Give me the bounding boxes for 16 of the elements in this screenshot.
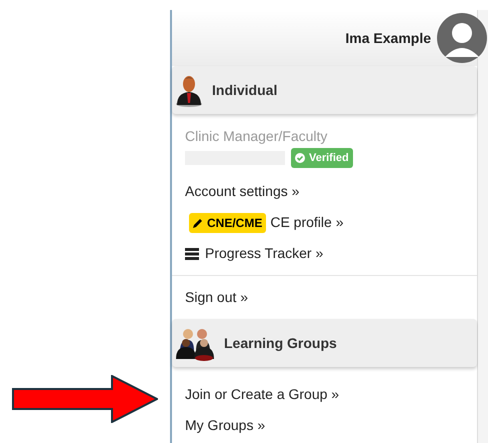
menu-link[interactable]: Progress Tracker »	[205, 243, 324, 264]
menu-link[interactable]: CE profile »	[270, 212, 344, 233]
menu-link[interactable]: Account settings »	[185, 176, 464, 207]
check-circle-icon	[295, 153, 305, 163]
section-title: Learning Groups	[224, 334, 337, 353]
server-stack-icon	[185, 248, 199, 260]
businessman-icon	[174, 73, 204, 107]
verified-badge: Verified	[291, 148, 353, 168]
user-name: Ima Example	[345, 28, 431, 48]
pencil-icon	[193, 218, 203, 228]
menu-link[interactable]: Join or Create a Group »	[185, 379, 464, 410]
section-title: Individual	[212, 80, 278, 100]
role-text: Clinic Manager/Faculty	[185, 127, 328, 146]
menu-link[interactable]: Sign out »	[185, 282, 464, 313]
tag-label: CNE/CME	[207, 214, 262, 232]
menu-link[interactable]: My Groups »	[185, 410, 464, 441]
